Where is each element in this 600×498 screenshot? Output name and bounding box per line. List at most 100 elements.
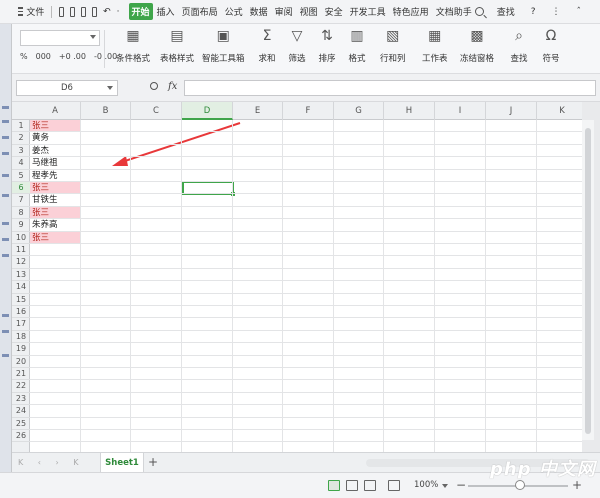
redo-icon[interactable]: · xyxy=(114,7,123,17)
grid-line xyxy=(30,317,582,319)
menu-tab-0[interactable]: 开始 xyxy=(128,3,153,20)
row-header-18[interactable]: 18 xyxy=(12,331,30,344)
column-header-J[interactable]: J xyxy=(486,102,537,120)
column-header-C[interactable]: C xyxy=(131,102,182,120)
ribbon-button-5[interactable]: ⇅ 排序 xyxy=(318,28,336,64)
row-header-3[interactable]: 3 xyxy=(12,145,30,158)
ribbon-button-7[interactable]: ▧ 行和列 xyxy=(380,28,406,64)
row-header-22[interactable]: 22 xyxy=(12,380,30,393)
thousands-button[interactable]: 000 xyxy=(36,52,51,61)
number-format-select[interactable] xyxy=(20,30,100,46)
menu-tab-4[interactable]: 数据 xyxy=(247,5,271,18)
ribbon-button-10[interactable]: ⌕ 查找 xyxy=(510,28,528,64)
ribbon-button-1[interactable]: ▤ 表格样式 xyxy=(160,28,194,64)
percent-button[interactable]: % xyxy=(20,52,28,61)
add-sheet-button[interactable]: + xyxy=(148,455,158,469)
name-box[interactable]: D6 xyxy=(16,80,118,96)
ribbon-button-9[interactable]: ▩ 冻结窗格 xyxy=(460,28,494,64)
menu-tab-6[interactable]: 视图 xyxy=(297,5,321,18)
row-header-6[interactable]: 6 xyxy=(12,182,30,195)
zoom-out-button[interactable]: − xyxy=(456,478,466,492)
menu-tab-9[interactable]: 特色应用 xyxy=(390,5,432,18)
row-header-15[interactable]: 15 xyxy=(12,294,30,306)
row-header-9[interactable]: 9 xyxy=(12,219,30,232)
zoom-level[interactable]: 100% xyxy=(414,480,438,490)
menu-tab-5[interactable]: 审阅 xyxy=(272,5,296,18)
ribbon-button-2[interactable]: ▣ 智能工具箱 xyxy=(202,28,245,64)
page-layout-icon[interactable] xyxy=(346,480,358,491)
vertical-scrollbar[interactable] xyxy=(582,120,594,440)
ribbon-button-11[interactable]: Ω 符号 xyxy=(542,28,560,64)
formula-input[interactable] xyxy=(184,80,596,96)
menu-tab-2[interactable]: 页面布局 xyxy=(179,5,221,18)
menu-tab-10[interactable]: 文档助手 xyxy=(433,5,475,18)
menu-file[interactable]: 文件 xyxy=(23,5,47,18)
page-break-icon[interactable] xyxy=(364,480,376,491)
column-header-H[interactable]: H xyxy=(384,102,435,120)
ribbon-button-6[interactable]: ▥ 格式 xyxy=(348,28,366,64)
ribbon-button-4[interactable]: ▽ 筛选 xyxy=(288,28,306,64)
print-icon[interactable] xyxy=(80,6,87,17)
column-header-B[interactable]: B xyxy=(81,102,131,120)
normal-view-icon[interactable] xyxy=(328,480,340,491)
row-header-24[interactable]: 24 xyxy=(12,405,30,418)
zoom-icon[interactable] xyxy=(150,82,158,90)
row-header-17[interactable]: 17 xyxy=(12,318,30,331)
fx-icon[interactable]: fx xyxy=(168,81,177,92)
row-header-14[interactable]: 14 xyxy=(12,281,30,294)
row-header-12[interactable]: 12 xyxy=(12,256,30,269)
column-header-A[interactable]: A xyxy=(30,102,81,120)
spreadsheet-grid[interactable]: ABCDEFGHIJK 1 2 3 4 5 6 7 8 9 10 11 12 13 14 15 16 17 18 1… xyxy=(12,102,582,452)
row-header-7[interactable]: 7 xyxy=(12,194,30,207)
column-header-K[interactable]: K xyxy=(537,102,582,120)
menu-tab-1[interactable]: 插入 xyxy=(154,5,178,18)
save-icon[interactable] xyxy=(58,6,64,17)
row-header-2[interactable]: 2 xyxy=(12,132,30,145)
row-header-25[interactable]: 25 xyxy=(12,418,30,430)
decrease-decimal-button[interactable]: -0 .00 xyxy=(94,52,117,61)
row-header-13[interactable]: 13 xyxy=(12,269,30,282)
menu-tab-7[interactable]: 安全 xyxy=(322,5,346,18)
chevron-down-icon[interactable] xyxy=(442,484,448,488)
search-label[interactable]: 查找 xyxy=(494,5,518,18)
row-header-26[interactable]: 26 xyxy=(12,430,30,443)
more-icon[interactable]: ⋮ xyxy=(549,7,564,17)
sheet-nav-arrows[interactable]: K ‹ › K xyxy=(18,458,85,467)
ribbon-button-8[interactable]: ▦ 工作表 xyxy=(422,28,448,64)
row-header-21[interactable]: 21 xyxy=(12,368,30,381)
column-header-D[interactable]: D xyxy=(182,102,233,120)
help-icon[interactable]: ? xyxy=(528,7,539,17)
ribbon-button-0[interactable]: ▦ 条件格式 xyxy=(116,28,150,64)
collapse-icon[interactable]: ˆ xyxy=(574,7,585,17)
column-header-F[interactable]: F xyxy=(283,102,334,120)
row-header-4[interactable]: 4 xyxy=(12,157,30,170)
row-header-1[interactable]: 1 xyxy=(12,120,30,133)
row-header-10[interactable]: 10 xyxy=(12,232,30,244)
ribbon-button-3[interactable]: Σ 求和 xyxy=(258,28,276,64)
chevron-down-icon[interactable] xyxy=(107,86,113,90)
scroll-thumb[interactable] xyxy=(585,128,591,434)
grid-line xyxy=(434,120,435,452)
open-icon[interactable] xyxy=(69,6,75,17)
column-header-G[interactable]: G xyxy=(334,102,384,120)
undo-icon[interactable]: ↶ xyxy=(100,7,114,17)
cell-area[interactable]: 张三 朱养高 张三 甘铁生 张三 程孝先 马继祖 姜杰 黄务 张三 xyxy=(30,120,582,452)
column-header-I[interactable]: I xyxy=(435,102,486,120)
search-icon[interactable] xyxy=(474,7,484,16)
zoom-slider-handle[interactable] xyxy=(515,480,525,490)
column-header-E[interactable]: E xyxy=(233,102,283,120)
sheet-tab-sheet1[interactable]: Sheet1 xyxy=(100,453,144,473)
row-header-16[interactable]: 16 xyxy=(12,306,30,319)
menu-tab-3[interactable]: 公式 xyxy=(222,5,246,18)
ribbon-button-label: 工作表 xyxy=(422,54,448,64)
reading-mode-icon[interactable] xyxy=(388,480,400,491)
menu-tab-8[interactable]: 开发工具 xyxy=(347,5,389,18)
row-header-19[interactable]: 19 xyxy=(12,343,30,356)
preview-icon[interactable] xyxy=(92,6,98,17)
row-header-8[interactable]: 8 xyxy=(12,207,30,220)
row-header-5[interactable]: 5 xyxy=(12,170,30,182)
row-header-20[interactable]: 20 xyxy=(12,356,30,368)
row-header-23[interactable]: 23 xyxy=(12,393,30,406)
row-header-11[interactable]: 11 xyxy=(12,244,30,257)
increase-decimal-button[interactable]: +0 .00 xyxy=(59,52,86,61)
